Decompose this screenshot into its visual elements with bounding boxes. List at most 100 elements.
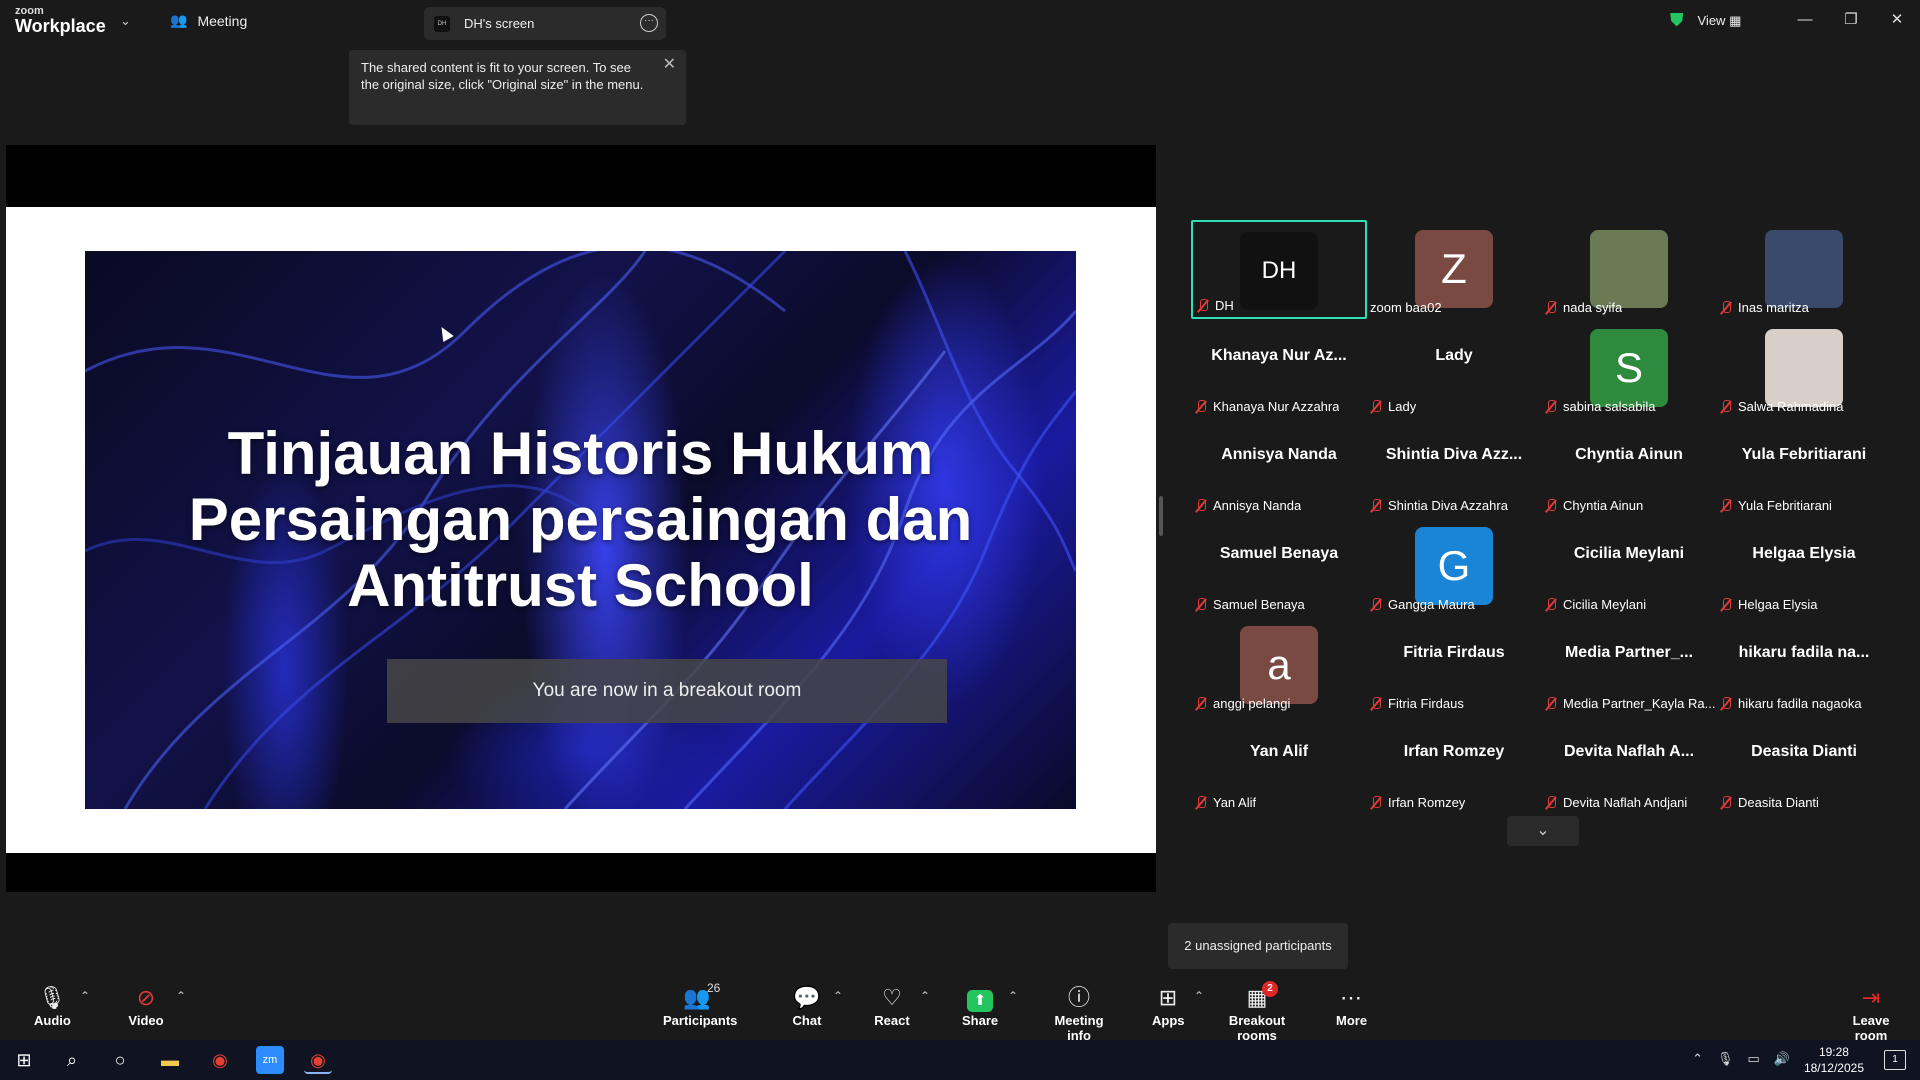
screen-tab[interactable]: DH DH's screen ···	[424, 7, 666, 40]
panel-resize-handle[interactable]	[1159, 496, 1163, 536]
participant-avatar: Z	[1415, 230, 1493, 308]
participant-name-label: Annisya Nanda	[1195, 498, 1301, 513]
react-button[interactable]: ♡ React ⌃	[874, 983, 930, 1028]
cortana-icon[interactable]: ○	[106, 1046, 134, 1074]
participant-tile[interactable]: Annisya Nanda Annisya Nanda	[1191, 418, 1367, 517]
zoom-taskbar-icon[interactable]: zm	[256, 1046, 284, 1074]
caret-up-icon[interactable]: ⌃	[176, 989, 186, 1003]
participant-name-label: Helgaa Elysia	[1720, 597, 1818, 612]
participant-tile[interactable]: DH DH	[1191, 220, 1367, 319]
participant-tile[interactable]: Ssabina salsabila	[1541, 319, 1717, 418]
participant-tile[interactable]: Fitria Firdaus Fitria Firdaus	[1366, 616, 1542, 715]
mic-muted-icon	[1195, 696, 1207, 711]
file-explorer-icon[interactable]: ▬	[156, 1046, 184, 1074]
participant-tile[interactable]: Yula Febritiarani Yula Febritiarani	[1716, 418, 1892, 517]
participant-tile[interactable]: Salwa Rahmadina	[1716, 319, 1892, 418]
participants-button[interactable]: 👥 26 Participants	[663, 981, 738, 1028]
microphone-icon[interactable]: 🎙	[1717, 1051, 1734, 1067]
participant-display-name: Media Partner_...	[1564, 644, 1694, 661]
meeting-tab[interactable]: 👥 Meeting	[170, 12, 247, 29]
participant-tile[interactable]: Chyntia Ainun Chyntia Ainun	[1541, 418, 1717, 517]
participant-tile[interactable]: Deasita Dianti Deasita Dianti	[1716, 715, 1892, 814]
minimize-icon[interactable]: —	[1782, 0, 1828, 40]
participant-tile[interactable]: Yan Alif Yan Alif	[1191, 715, 1367, 814]
caret-up-icon[interactable]: ⌃	[80, 989, 90, 1003]
participant-tile[interactable]: Samuel Benaya Samuel Benaya	[1191, 517, 1367, 616]
participant-tile[interactable]: Cicilia Meylani Cicilia Meylani	[1541, 517, 1717, 616]
participant-name-label: Chyntia Ainun	[1545, 498, 1643, 513]
chat-label: Chat	[792, 1013, 822, 1028]
participant-tile[interactable]: Inas maritza	[1716, 220, 1892, 319]
leave-room-button[interactable]: ⇥ Leave room	[1838, 983, 1904, 1043]
participant-tile[interactable]: Media Partner_... Media Partner_Kayla Ra.…	[1541, 616, 1717, 715]
share-icon: ⬆	[967, 990, 993, 1012]
caret-up-icon[interactable]: ⌃	[920, 989, 930, 1003]
participants-label: Participants	[663, 1013, 738, 1028]
mic-muted-icon	[1370, 399, 1382, 414]
participant-name: Salwa Rahmadina	[1738, 399, 1844, 414]
audio-button[interactable]: 🎙 Audio ⌃	[34, 983, 90, 1028]
chevron-down-icon[interactable]: ⌄	[120, 13, 131, 29]
windows-start-icon[interactable]: ⊞	[10, 1046, 38, 1074]
zoom-logo[interactable]: zoom Workplace	[15, 6, 106, 36]
participant-photo	[1765, 329, 1843, 407]
breakout-rooms-button[interactable]: ▦ 2 Breakout rooms	[1214, 981, 1300, 1043]
clock-time: 19:28	[1818, 1045, 1849, 1059]
participant-display-name: Devita Naflah A...	[1563, 743, 1695, 760]
participant-tile[interactable]: Shintia Diva Azz... Shintia Diva Azzahra	[1366, 418, 1542, 517]
system-clock[interactable]: 19:28 18/12/2025	[1804, 1044, 1864, 1076]
view-button[interactable]: View ▦	[1698, 13, 1742, 29]
participant-name: DH	[1215, 298, 1234, 313]
participant-tile[interactable]: Zzoom baa02	[1366, 220, 1542, 319]
participant-name: sabina salsabila	[1563, 399, 1656, 414]
chat-button[interactable]: 💬 Chat ⌃	[791, 983, 843, 1028]
chat-icon: 💬	[793, 985, 821, 1010]
mic-muted-icon	[1720, 300, 1732, 315]
participant-name-label: Media Partner_Kayla Ra...	[1545, 696, 1715, 711]
meeting-tab-label: Meeting	[197, 12, 248, 29]
mic-muted-icon	[1720, 696, 1732, 711]
meeting-info-button[interactable]: ⓘ Meeting info	[1042, 983, 1116, 1043]
share-button[interactable]: ⬆ Share ⌃	[962, 983, 1018, 1028]
mic-muted-icon	[1370, 597, 1382, 612]
breakout-rooms-icon: ▦	[1246, 985, 1268, 1010]
participant-name-label: Yan Alif	[1195, 795, 1256, 810]
title-bar: zoom Workplace ⌄ 👥 Meeting DH DH's scree…	[0, 0, 1920, 44]
meeting-info-label: Meeting info	[1054, 1013, 1104, 1043]
participant-tile[interactable]: Helgaa Elysia Helgaa Elysia	[1716, 517, 1892, 616]
more-button[interactable]: ⋯ More	[1336, 983, 1367, 1028]
participant-name: Fitria Firdaus	[1388, 696, 1464, 711]
close-icon[interactable]: ✕	[1874, 0, 1920, 40]
participant-tile[interactable]: Irfan Romzey Irfan Romzey	[1366, 715, 1542, 814]
search-icon[interactable]: ⌕	[58, 1046, 86, 1074]
restore-icon[interactable]: ❐	[1828, 0, 1874, 40]
caret-up-icon[interactable]: ⌃	[1008, 989, 1018, 1003]
video-button[interactable]: ⊘ Video ⌃	[126, 983, 186, 1028]
caret-up-icon[interactable]: ⌃	[1194, 989, 1204, 1003]
participant-tile[interactable]: Lady Lady	[1366, 319, 1542, 418]
mic-muted-icon	[1720, 399, 1732, 414]
caret-up-icon[interactable]: ⌃	[833, 989, 843, 1003]
notification-icon[interactable]: 1	[1884, 1050, 1906, 1070]
participant-tile[interactable]: nada syifa	[1541, 220, 1717, 319]
volume-icon[interactable]: 🔊	[1774, 1051, 1790, 1067]
unassigned-participants-notice[interactable]: 2 unassigned participants	[1168, 923, 1348, 969]
more-options-icon[interactable]: ···	[640, 14, 658, 32]
chrome-icon[interactable]: ◉	[206, 1046, 234, 1074]
chevron-up-icon[interactable]: ⌃	[1692, 1051, 1703, 1067]
participant-tile[interactable]: Khanaya Nur Az... Khanaya Nur Azzahra	[1191, 319, 1367, 418]
participant-tile[interactable]: a anggi pelangi	[1191, 616, 1367, 715]
participant-tile[interactable]: Devita Naflah A... Devita Naflah Andjani	[1541, 715, 1717, 814]
fit-to-screen-tooltip: The shared content is fit to your screen…	[349, 50, 686, 125]
more-icon: ⋯	[1340, 985, 1362, 1010]
shield-icon[interactable]: ⛊	[1670, 10, 1684, 31]
close-icon[interactable]: ✕	[663, 56, 676, 73]
mic-muted-icon	[1197, 298, 1209, 313]
participant-tile[interactable]: G Gangga Maura	[1366, 517, 1542, 616]
chrome-active-icon[interactable]: ◉	[304, 1046, 332, 1074]
apps-button[interactable]: ⊞ Apps ⌃	[1152, 983, 1204, 1028]
network-icon[interactable]: ▭	[1748, 1051, 1760, 1067]
participant-display-name: Annisya Nanda	[1221, 446, 1337, 463]
chevron-down-icon[interactable]: ⌄	[1507, 816, 1579, 846]
participant-tile[interactable]: hikaru fadila na... hikaru fadila nagaoka	[1716, 616, 1892, 715]
